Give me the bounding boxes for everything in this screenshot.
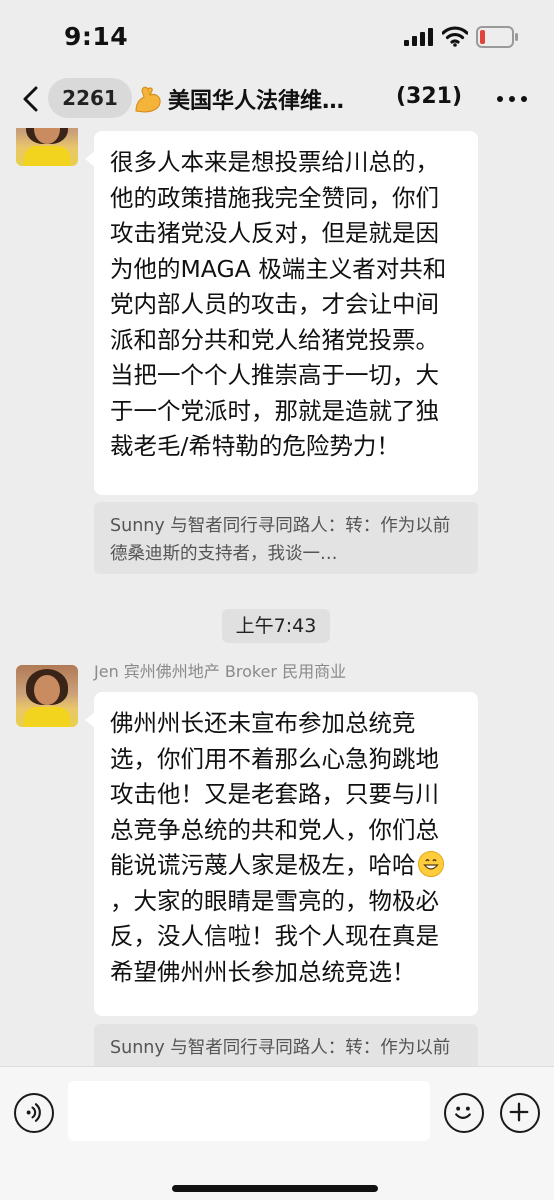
voice-icon [26,1103,41,1122]
quoted-message[interactable]: Sunny 与智者同行寻同路人：转：作为以前德桑迪斯的支持者，我谈一… [94,502,478,574]
member-count: (321) [396,84,463,109]
input-bar [0,1066,554,1200]
home-indicator[interactable] [172,1185,378,1192]
quoted-message[interactable]: Sunny 与智者同行寻同路人：转：作为以前德桑迪斯的支持者，我谈一… [94,1024,478,1066]
sender-avatar[interactable] [16,665,78,727]
unread-count-badge: 2261 [48,78,132,118]
quoted-message-text: Sunny 与智者同行寻同路人：转：作为以前德桑迪斯的支持者，我谈一… [110,1038,451,1058]
flexed-biceps-icon [135,86,161,113]
status-bar: 9:14 [0,0,554,70]
back-button[interactable]: 2261 [18,78,132,118]
emoji-button[interactable] [444,1093,484,1133]
nav-bar: 2261 美国华人法律维… (321) [0,70,554,128]
chat-title: 美国华人法律维… [168,89,345,114]
signal-icon [404,28,433,46]
plus-icon [509,1102,529,1122]
battery-icon [476,26,518,48]
more-options-button[interactable] [494,86,530,112]
message-bubble[interactable]: 佛州州长还未宣布参加总统竞选，你们用不着那么心急狗跳地攻击他！又是老套路，只要与… [85,692,478,1016]
ellipsis-icon [497,96,503,102]
status-time: 9:14 [64,22,129,51]
chat-screen: 9:14 2261 美国华人法律维… (321) 很多人本来是想投票给川总的，他… [0,0,554,1200]
message-text-part-2: ，大家的眼睛是雪亮的，物极必反，没人信啦！我个人现在真是希望佛州州长参加总统竞选… [110,886,439,986]
message-list[interactable]: 很多人本来是想投票给川总的，他的政策措施我完全赞同，你们攻击猪党没人反对，但是就… [0,128,554,1066]
sender-avatar[interactable] [16,128,78,166]
grinning-face-emoji-icon [417,851,444,877]
quoted-message-text: Sunny 与智者同行寻同路人：转：作为以前德桑迪斯的支持者，我谈一… [110,516,451,564]
voice-input-button[interactable] [14,1093,54,1133]
message-text-part-1: 佛州州长还未宣布参加总统竞选，你们用不着那么心急狗跳地攻击他！又是老套路，只要与… [110,709,439,879]
message-bubble[interactable]: 很多人本来是想投票给川总的，他的政策措施我完全赞同，你们攻击猪党没人反对，但是就… [85,131,478,495]
emoji-icon [455,1106,471,1119]
chevron-left-icon [23,86,38,112]
message-input[interactable] [68,1081,430,1141]
sender-name: Jen 宾州佛州地产 Broker 民用商业 [94,662,347,681]
timestamp-divider: 上午7:43 [222,609,330,643]
more-functions-button[interactable] [500,1093,540,1133]
message-text: 很多人本来是想投票给川总的，他的政策措施我完全赞同，你们攻击猪党没人反对，但是就… [110,148,447,460]
wifi-icon [442,26,468,47]
